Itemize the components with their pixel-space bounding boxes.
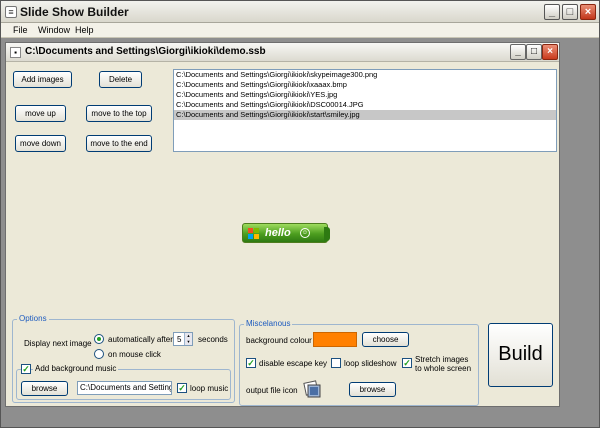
spinner-arrows-icon[interactable]: ▲ ▼: [184, 333, 192, 345]
choose-colour-button[interactable]: choose: [362, 332, 409, 347]
output-file-icon: [303, 380, 321, 398]
file-list-item-selected[interactable]: C:\Documents and Settings\Giorgi\ikioki\…: [174, 110, 556, 120]
image-file-list[interactable]: C:\Documents and Settings\Giorgi\ikioki\…: [173, 69, 557, 152]
music-legend: Add background music: [33, 364, 119, 373]
music-browse-button[interactable]: browse: [21, 381, 68, 396]
app-title: Slide Show Builder: [20, 5, 129, 19]
minimize-button[interactable]: _: [544, 4, 560, 20]
options-group: Options Display next image automatically…: [12, 314, 235, 403]
add-music-checkbox[interactable]: ✓: [21, 364, 31, 374]
preview-end-cap: [324, 227, 330, 241]
loop-slideshow-label: loop slideshow: [344, 359, 397, 368]
move-to-end-button[interactable]: move to the end: [86, 135, 152, 152]
file-list-item[interactable]: C:\Documents and Settings\Giorgi\ikioki\…: [174, 80, 556, 90]
close-button[interactable]: ×: [580, 4, 596, 20]
document-close-button[interactable]: ×: [542, 44, 558, 60]
file-list-item[interactable]: C:\Documents and Settings\Giorgi\ikioki\…: [174, 70, 556, 80]
loop-music-label: loop music: [190, 384, 229, 393]
add-images-button[interactable]: Add images: [13, 71, 72, 88]
auto-advance-radio[interactable]: [94, 334, 104, 344]
build-button[interactable]: Build: [488, 323, 553, 387]
menu-window[interactable]: Window: [38, 25, 70, 35]
seconds-value: 5: [177, 335, 182, 344]
disable-escape-checkbox[interactable]: ✓: [246, 358, 256, 368]
output-icon-label: output file icon: [246, 386, 298, 395]
options-legend: Options: [17, 314, 49, 323]
move-to-top-button[interactable]: move to the top: [86, 105, 152, 122]
document-maximize-button[interactable]: □: [526, 44, 542, 60]
file-list-item[interactable]: C:\Documents and Settings\Giorgi\ikioki\…: [174, 100, 556, 110]
bg-colour-label: background colour: [246, 336, 312, 345]
misc-legend: Miscelanous: [244, 319, 293, 328]
mouse-click-radio[interactable]: [94, 349, 104, 359]
bg-colour-swatch[interactable]: [313, 332, 357, 347]
document-titlebar[interactable]: ▪ C:\Documents and Settings\Giorgi\ikiok…: [6, 43, 559, 62]
windows-flag-icon: [248, 228, 259, 239]
document-icon: ▪: [10, 47, 21, 58]
smiley-icon: ☺: [300, 228, 310, 238]
disable-escape-label: disable escape key: [259, 359, 328, 368]
music-path-input[interactable]: C:\Documents and Settings: [77, 381, 172, 395]
icon-browse-button[interactable]: browse: [349, 382, 396, 397]
maximize-button[interactable]: □: [562, 4, 578, 20]
document-window: ▪ C:\Documents and Settings\Giorgi\ikiok…: [5, 42, 560, 407]
auto-advance-label: automatically after: [108, 335, 173, 344]
document-minimize-button[interactable]: _: [510, 44, 526, 60]
app-icon: ≡: [5, 6, 17, 18]
misc-group: Miscelanous background colour choose ✓ d…: [239, 319, 479, 406]
loop-slideshow-checkbox[interactable]: [331, 358, 341, 368]
loop-music-checkbox[interactable]: ✓: [177, 383, 187, 393]
stretch-label-line1: Stretch images: [415, 355, 469, 364]
app-titlebar[interactable]: ≡ Slide Show Builder _ □ ×: [1, 1, 599, 23]
document-title: C:\Documents and Settings\Giorgi\ikioki\…: [25, 46, 266, 57]
preview-text: hello: [265, 227, 291, 239]
stretch-label-line2: to whole screen: [415, 364, 472, 373]
image-preview: hello ☺: [242, 223, 330, 243]
mouse-click-label: on mouse click: [108, 350, 161, 359]
file-list-item[interactable]: C:\Documents and Settings\Giorgi\ikioki\…: [174, 90, 556, 100]
delete-button[interactable]: Delete: [99, 71, 142, 88]
move-up-button[interactable]: move up: [15, 105, 66, 122]
menu-file[interactable]: File: [13, 25, 28, 35]
stretch-checkbox[interactable]: ✓: [402, 358, 412, 368]
menu-bar: File Window Help: [1, 23, 599, 38]
seconds-spinner[interactable]: 5 ▲ ▼: [173, 332, 193, 346]
display-next-label: Display next image: [24, 339, 92, 348]
move-down-button[interactable]: move down: [15, 135, 66, 152]
mdi-workspace: ▪ C:\Documents and Settings\Giorgi\ikiok…: [1, 38, 599, 427]
app-window: ≡ Slide Show Builder _ □ × File Window H…: [0, 0, 600, 428]
music-group: ✓ Add background music browse C:\Documen…: [16, 364, 231, 400]
menu-help[interactable]: Help: [75, 25, 94, 35]
seconds-label: seconds: [198, 335, 228, 344]
